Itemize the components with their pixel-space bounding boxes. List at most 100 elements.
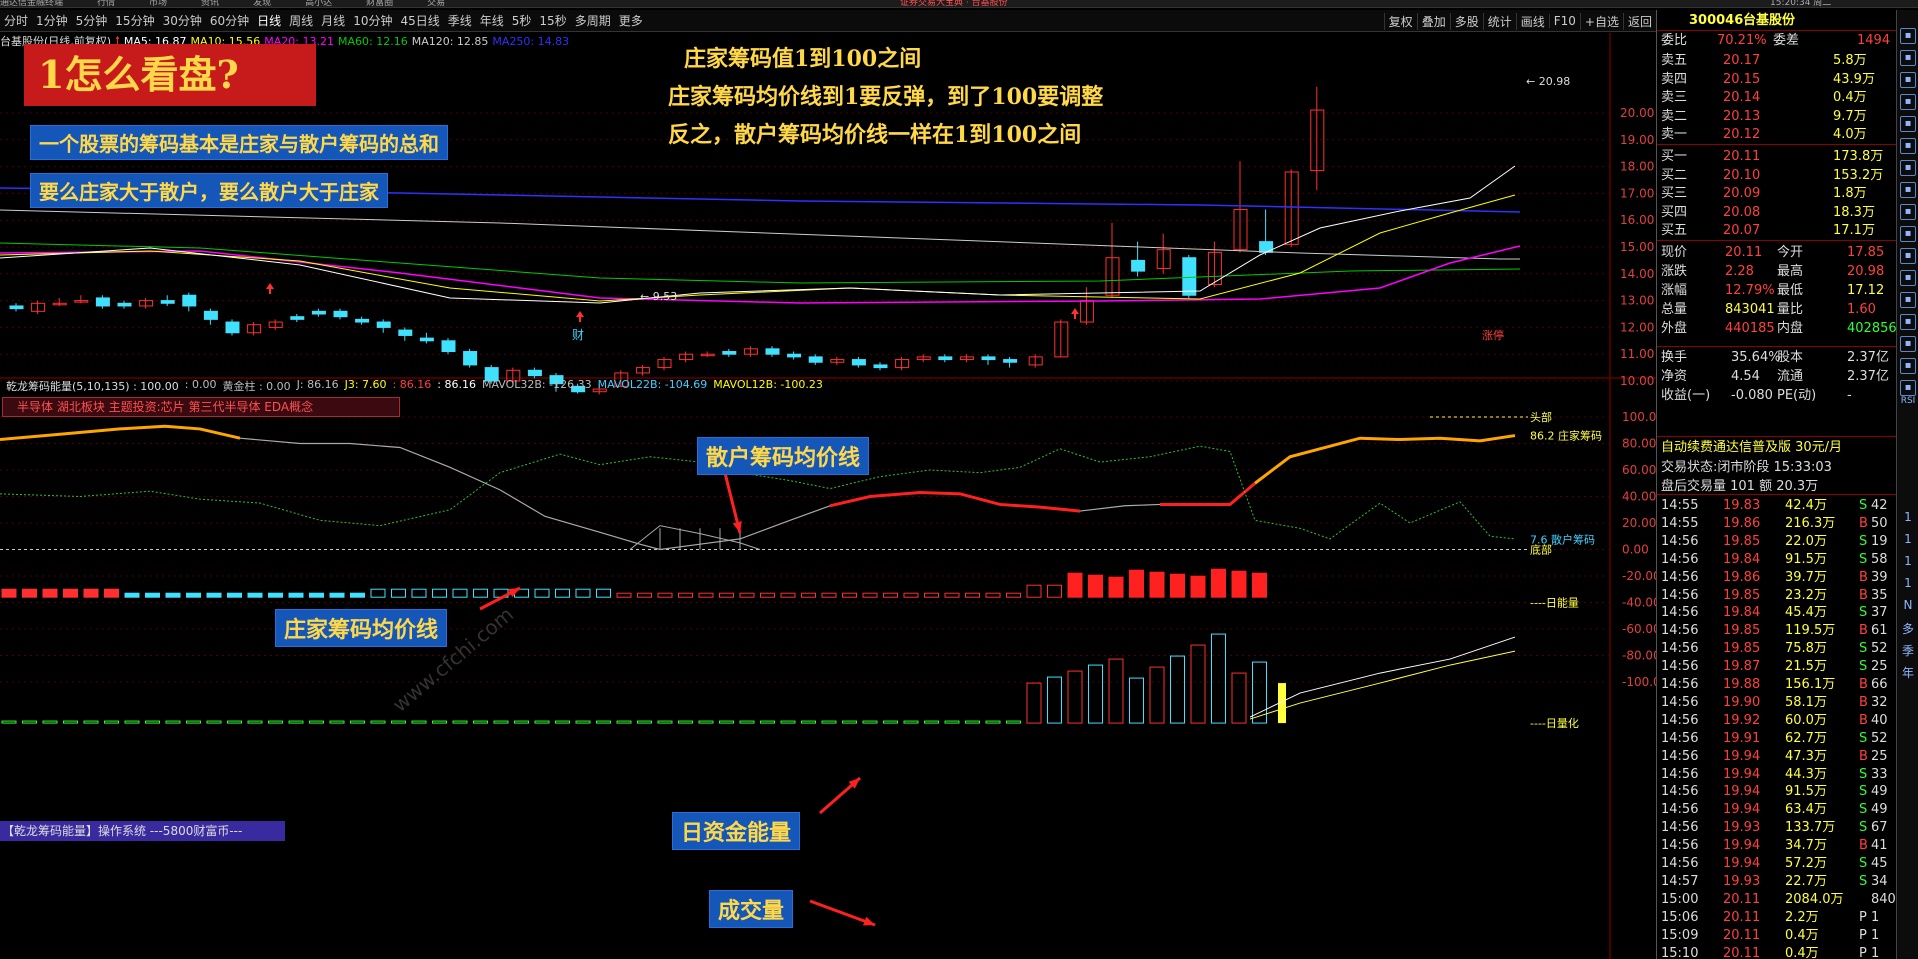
- period-5[interactable]: 60分钟: [206, 12, 253, 29]
- ask-vol: 43.9万: [1833, 71, 1875, 87]
- period-15[interactable]: 多周期: [571, 12, 615, 29]
- period-0[interactable]: 分时: [0, 12, 32, 29]
- tick-count: 42: [1871, 498, 1888, 513]
- weicha: 1494: [1857, 33, 1891, 48]
- toolbar-btn-1[interactable]: 叠加: [1416, 12, 1450, 30]
- bid-row: 买一 20.11 173.8万: [1661, 148, 1892, 166]
- stack-icon[interactable]: ▪: [1900, 28, 1916, 44]
- period-12[interactable]: 年线: [476, 12, 508, 29]
- energy-bar: [206, 592, 222, 598]
- tick-count: 50: [1871, 515, 1888, 531]
- hand-icon[interactable]: ▪: [1900, 270, 1916, 286]
- tick-row: 15:06 20.11 2.2万 P 1: [1661, 909, 1892, 927]
- table-icon[interactable]: ▪: [1900, 204, 1916, 220]
- period-13[interactable]: 5秒: [508, 12, 536, 29]
- k-line-icon[interactable]: ▪: [1900, 50, 1916, 66]
- tick-price: 19.85: [1723, 533, 1761, 549]
- tick-row: 14:56 19.86 39.7万 B 39: [1661, 569, 1892, 587]
- toolbar-btn-3[interactable]: 统计: [1482, 12, 1516, 30]
- tick-time: 15:09: [1661, 927, 1699, 943]
- bars-icon[interactable]: ▪: [1900, 116, 1916, 132]
- minus-icon[interactable]: ▪: [1900, 292, 1916, 308]
- rsi-icon[interactable]: ▪: [1900, 336, 1916, 352]
- tick-vol: 2084.0万: [1785, 891, 1844, 907]
- cube-icon[interactable]: ▪: [1900, 226, 1916, 242]
- period-7[interactable]: 周线: [285, 12, 317, 29]
- period-4[interactable]: 30分钟: [159, 12, 206, 29]
- tick-vol: 57.2万: [1785, 856, 1827, 871]
- menu-item[interactable]: 市场: [149, 0, 167, 7]
- menu-item[interactable]: 通达信金融终端: [0, 0, 63, 7]
- menu-item[interactable]: 发现: [253, 0, 271, 7]
- tick-side: B: [1859, 748, 1868, 764]
- sidebar-char[interactable]: 1: [1901, 554, 1915, 568]
- tick-price: 19.94: [1723, 856, 1761, 871]
- sidebar-char[interactable]: 年: [1901, 664, 1915, 681]
- fund-icon[interactable]: ▪: [1900, 160, 1916, 176]
- toolbar-btn-2[interactable]: 多股: [1449, 12, 1483, 30]
- sidebar-char[interactable]: 1: [1901, 576, 1915, 590]
- chart-toolbar: 复权 叠加 多股 统计 画线 F10 +自选 返回: [1383, 10, 1656, 32]
- period-1[interactable]: 1分钟: [32, 12, 72, 29]
- tick-count: 45: [1871, 856, 1888, 871]
- sidebar-char[interactable]: 1: [1901, 532, 1915, 546]
- toolbar-btn-5[interactable]: F10: [1548, 14, 1580, 28]
- stat-label: 外盘: [1661, 321, 1688, 336]
- concept-bar[interactable]: 半导体 湖北板块 主题投资:芯片 第三代半导体 EDA概念: [2, 397, 400, 417]
- percent-icon[interactable]: ▪: [1900, 358, 1916, 374]
- flow-icon[interactable]: ▪: [1900, 182, 1916, 198]
- system-banner[interactable]: 【乾龙筹码能量】操作系统 ---5800财富币---: [0, 821, 285, 841]
- energy-bar: [1088, 574, 1103, 598]
- tick-side: B: [1859, 623, 1868, 639]
- candle-body: [160, 300, 175, 304]
- ask-label: 卖五: [1661, 53, 1688, 68]
- tick-price: 19.86: [1723, 569, 1761, 585]
- period-8[interactable]: 月线: [317, 12, 349, 29]
- sidebar-char[interactable]: 多: [1901, 620, 1915, 637]
- sidebar-char[interactable]: 1: [1901, 510, 1915, 524]
- period-2[interactable]: 5分钟: [72, 12, 112, 29]
- tick-price: 19.83: [1723, 498, 1761, 513]
- bid-price: 20.07: [1723, 223, 1761, 238]
- period-10[interactable]: 45日线: [396, 12, 443, 29]
- energy-bar: [42, 588, 58, 598]
- sidebar-char[interactable]: N: [1901, 598, 1915, 612]
- chart-up-icon[interactable]: ▪: [1900, 94, 1916, 110]
- candle-body: [1003, 359, 1018, 363]
- tick-side: S: [1859, 498, 1868, 513]
- right-sidebar: ▪ ▪ ▪ ▪ ▪ ▪ ▪ ▪ ▪ ▪ ▪ ▪ ▪ ▪ ▪ ▪ ▪ RSI 1 1 1 1 N 多季年: [1896, 10, 1918, 959]
- period-16[interactable]: 更多: [615, 12, 647, 29]
- promo-row[interactable]: 自动续费通达信普及版 30元/月: [1661, 439, 1892, 457]
- bank-icon[interactable]: ▪: [1900, 248, 1916, 264]
- search-icon[interactable]: ▪: [1900, 314, 1916, 330]
- indicator-title[interactable]: 乾龙筹码能量(5,10,135) : 100.00: [6, 378, 179, 394]
- stat-label: 内盘: [1777, 321, 1804, 336]
- menu-item[interactable]: 交易: [427, 0, 445, 7]
- menu-item[interactable]: 资讯: [201, 0, 219, 7]
- grid-icon[interactable]: ▪: [1900, 72, 1916, 88]
- toolbar-btn-4[interactable]: 画线: [1515, 12, 1549, 30]
- period-6[interactable]: 日线: [253, 12, 285, 29]
- menu-item[interactable]: 行情: [97, 0, 115, 7]
- toolbar-btn-6[interactable]: +自选: [1579, 12, 1623, 30]
- toolbar-btn-7[interactable]: 返回: [1622, 12, 1656, 30]
- cross-icon[interactable]: ▪: [1900, 380, 1916, 396]
- toolbar-btn-0[interactable]: 复权: [1383, 12, 1417, 30]
- period-11[interactable]: 季线: [444, 12, 476, 29]
- menu-item[interactable]: 高小达: [305, 0, 332, 7]
- ask-vol: 0.4万: [1833, 90, 1867, 105]
- bid-label: 买三: [1661, 186, 1688, 201]
- rsi-icon-label[interactable]: RSI: [1898, 396, 1918, 406]
- app-window: 通达信金融终端 行情 市场 资讯 发现 高小达 财富圈 交易 证券交易大宝典 · 台基股份 15:…: [0, 0, 1918, 959]
- energy-bar: [1170, 573, 1185, 598]
- period-9[interactable]: 10分钟: [349, 12, 396, 29]
- period-14[interactable]: 15秒: [535, 12, 570, 29]
- stat-label: 涨跌: [1661, 264, 1688, 279]
- price-tick-6: 14.00: [1620, 267, 1654, 281]
- pie-icon[interactable]: ▪: [1900, 138, 1916, 154]
- menu-item[interactable]: 财富圈: [366, 0, 393, 7]
- stat-label: 流通: [1777, 369, 1804, 384]
- sidebar-char[interactable]: 季: [1901, 642, 1915, 659]
- period-3[interactable]: 15分钟: [111, 12, 158, 29]
- tick-row: 14:56 19.94 57.2万 S 45: [1661, 855, 1892, 873]
